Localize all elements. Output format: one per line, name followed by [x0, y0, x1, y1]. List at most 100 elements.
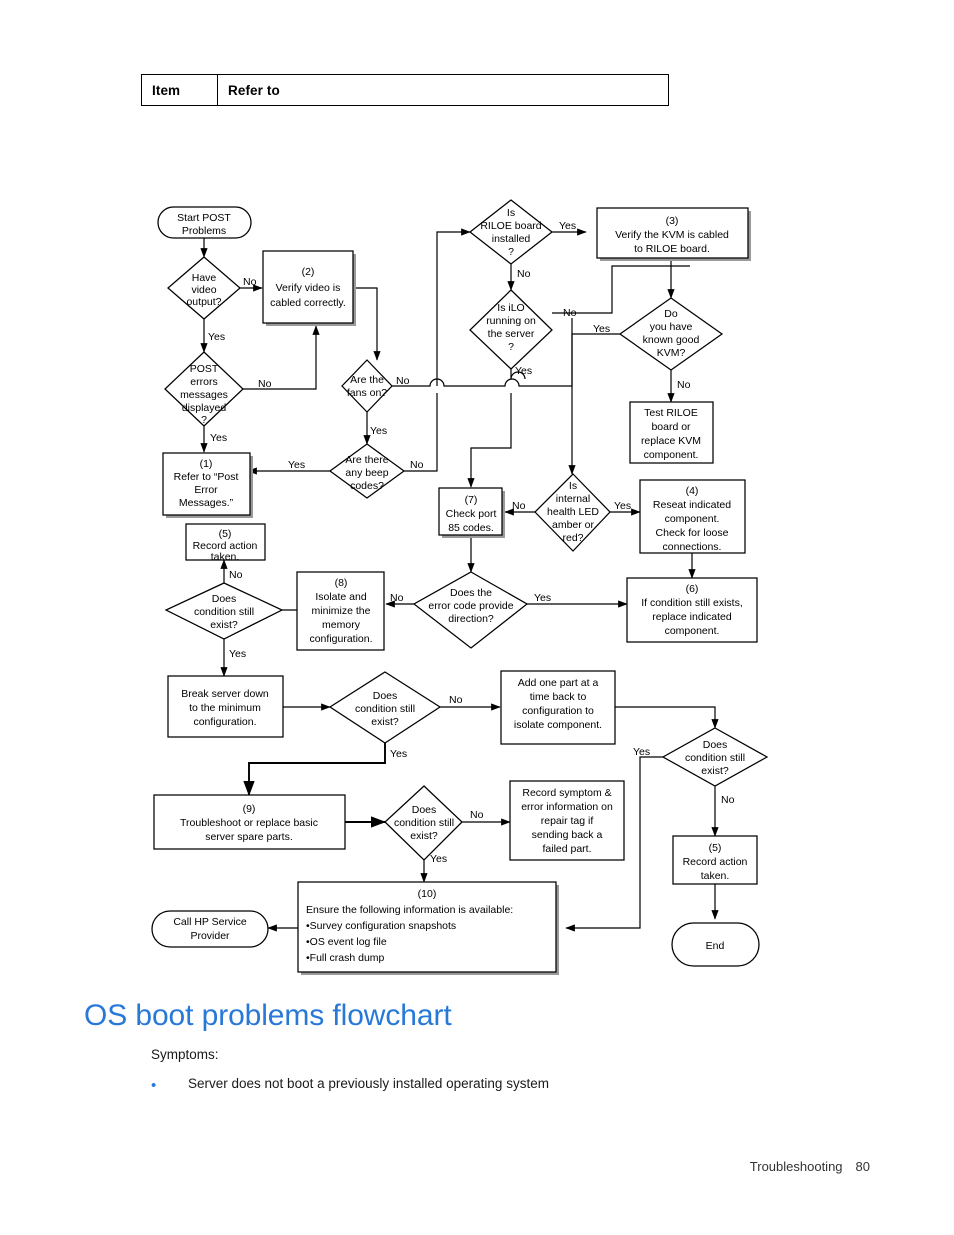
led-l5: red?	[562, 532, 583, 544]
test-riloe-l2: board or	[651, 421, 691, 433]
edge-cond2-yes: Yes	[390, 748, 407, 760]
ensure-l4: •OS event log file	[306, 936, 387, 948]
edge-errcode-no: No	[390, 592, 404, 604]
edge-beep-no: No	[410, 459, 424, 471]
reseat-l2: Reseat indicated	[653, 499, 731, 511]
cond4-l2: condition still	[394, 817, 454, 829]
led-l4: amber or	[552, 519, 595, 531]
edge-cond4-no: No	[470, 809, 484, 821]
verify-video-num: (2)	[302, 266, 315, 278]
test-riloe-l4: component.	[644, 449, 699, 461]
isolate-l2: Isolate and	[315, 591, 367, 603]
refer-post-l2: Refer to “Post	[174, 471, 239, 483]
recsym-l3: repair tag if	[541, 815, 594, 827]
isolate-l4: memory	[322, 619, 361, 631]
node-condition-still-exist-4: Does condition still exist?	[384, 785, 463, 861]
node-riloe-board-installed: Is RILOE board installed ?	[468, 199, 554, 265]
have-video-l1: Have	[192, 272, 217, 284]
ensure-num: (10)	[418, 888, 437, 900]
have-video-l3: output?	[186, 296, 221, 308]
cond2-l3: exist?	[371, 716, 399, 728]
recsym-l4: sending back a	[532, 829, 603, 841]
ilo-l4: ?	[508, 341, 514, 353]
isolate-num: (8)	[335, 577, 348, 589]
node-refer-post-error-messages: (1) Refer to “Post Error Messages.”	[162, 452, 253, 518]
symptoms-label: Symptoms:	[151, 1047, 219, 1062]
node-any-beep-codes: Are there any beep codes?	[328, 443, 406, 499]
edge-cond3-yes: Yes	[633, 746, 650, 758]
node-reseat-indicated-component: (4) Reseat indicated component. Check fo…	[639, 479, 746, 554]
footer-page-number: 80	[855, 1159, 870, 1174]
node-internal-health-led: Is internal health LED amber or red?	[534, 473, 611, 552]
edge-have-video-no: No	[243, 276, 257, 288]
edge-riloe-yes: Yes	[559, 220, 576, 232]
node-condition-still-exist-3: Does condition still exist?	[661, 727, 769, 787]
recsym-l5: failed part.	[542, 843, 591, 855]
node-start-line2: Problems	[182, 225, 226, 237]
verify-kvm-num: (3)	[666, 215, 679, 227]
addpart-l4: isolate component.	[514, 719, 602, 731]
node-ilo-running-on-server: Is iLO running on the server ?	[469, 289, 553, 370]
edge-errcode-yes: Yes	[534, 592, 551, 604]
ifcond-num: (6)	[686, 583, 699, 595]
ifcond-l4: component.	[665, 625, 720, 637]
node-verify-kvm-cabled: (3) Verify the KVM is cabled to RILOE bo…	[596, 207, 751, 261]
errcode-l1: Does the	[450, 587, 492, 599]
riloe-l2: RILOE board	[480, 220, 541, 232]
led-l1: Is	[569, 480, 577, 492]
refer-post-l4: Messages.”	[179, 497, 234, 509]
node-check-port-85-codes: (7) Check port 85 codes.	[438, 487, 505, 538]
led-l2: internal	[556, 493, 590, 505]
test-riloe-l1: Test RILOE	[644, 407, 698, 419]
ilo-l2: running on	[486, 315, 536, 327]
verify-kvm-l2: Verify the KVM is cabled	[615, 229, 729, 241]
riloe-l3: installed	[492, 233, 531, 245]
node-start-line1: Start POST	[177, 212, 231, 224]
recsym-l1: Record symptom &	[522, 787, 611, 799]
node-isolate-minimize-memory: (8) Isolate and minimize the memory conf…	[296, 571, 385, 651]
page-title: OS boot problems flowchart	[84, 999, 452, 1032]
edge-riloe-no: No	[517, 268, 531, 280]
addpart-l2: time back to	[530, 691, 587, 703]
node-record-action-taken-right: (5) Record action taken.	[672, 835, 758, 885]
edge-cond3-no: No	[721, 794, 735, 806]
riloe-l4: ?	[508, 246, 514, 258]
fans-l1: Are the	[350, 374, 384, 386]
edge-post-errors-no: No	[258, 378, 272, 390]
errcode-l2: error code provide	[428, 600, 513, 612]
addpart-l1: Add one part at a	[518, 677, 599, 689]
port85-l2: Check port	[446, 508, 497, 520]
edge-kvm-no: No	[677, 379, 691, 391]
edge-ilo-no: No	[563, 307, 577, 319]
ensure-l2: Ensure the following information is avai…	[306, 904, 513, 916]
verify-kvm-l3: to RILOE board.	[634, 243, 710, 255]
ts9-l3: server spare parts.	[205, 831, 293, 843]
ts9-l2: Troubleshoot or replace basic	[180, 817, 318, 829]
rec-act-a-num: (5)	[219, 528, 232, 540]
edge-led-no: No	[512, 500, 526, 512]
break-l1: Break server down	[181, 688, 269, 700]
ifcond-l2: If condition still exists,	[641, 597, 743, 609]
cond4-l3: exist?	[410, 830, 438, 842]
verify-video-l2: Verify video is	[276, 282, 341, 294]
post-err-l4: displayed	[182, 402, 227, 414]
node-if-condition-replace-component: (6) If condition still exists, replace i…	[626, 577, 758, 643]
edge-kvm-yes: Yes	[593, 323, 610, 335]
cond1-l3: exist?	[210, 619, 238, 631]
verify-video-l3: cabled correctly.	[270, 297, 346, 309]
have-video-l2: video	[191, 284, 216, 296]
node-start-post-problems: Start POST Problems	[157, 206, 252, 239]
cond2-l2: condition still	[355, 703, 415, 715]
refer-post-l3: Error	[194, 484, 218, 496]
rec-act-b-l2: Record action	[683, 856, 748, 868]
edge-cond1-no: No	[229, 569, 243, 581]
node-have-video-output: Have video output?	[167, 256, 241, 320]
node-post-errors-displayed: POST errors messages displayed ?	[164, 351, 244, 427]
cond3-l1: Does	[703, 739, 728, 751]
port85-num: (7)	[465, 494, 478, 506]
edge-fans-no: No	[396, 375, 410, 387]
edge-cond4-yes: Yes	[430, 853, 447, 865]
recsym-l2: error information on	[521, 801, 613, 813]
node-are-the-fans-on: Are the fans on?	[341, 359, 393, 413]
cond3-l3: exist?	[701, 765, 729, 777]
